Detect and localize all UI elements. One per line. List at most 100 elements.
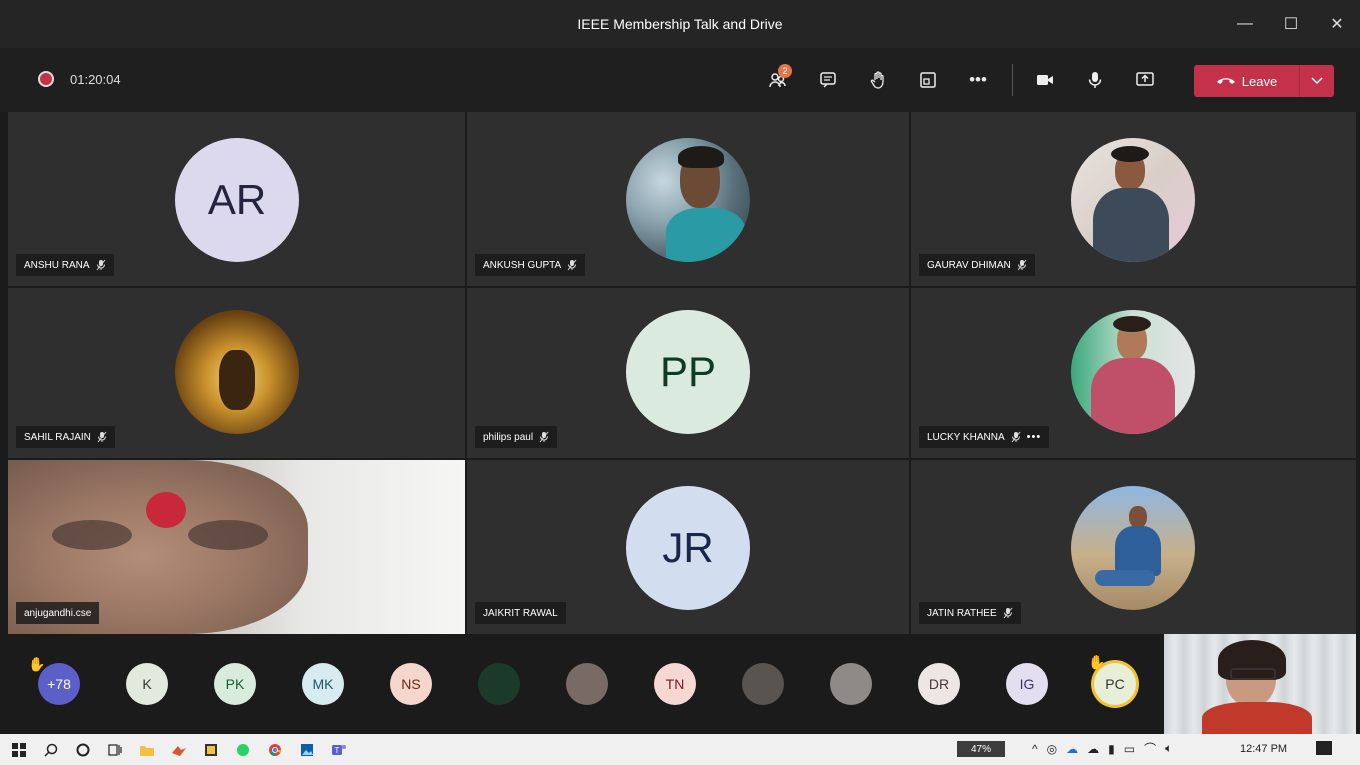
chat-button[interactable] — [808, 60, 848, 100]
more-participants-button[interactable]: +78 — [38, 663, 80, 705]
participant-photo-avatar[interactable] — [566, 663, 608, 705]
cloud-icon[interactable]: ☁ — [1087, 742, 1099, 756]
participant-avatar[interactable]: TN — [654, 663, 696, 705]
avatar-initials: DR — [928, 676, 950, 692]
leave-control: Leave — [1194, 65, 1334, 97]
avatar-initials: NS — [401, 676, 421, 692]
cortana-button[interactable] — [70, 740, 96, 760]
muted-mic-icon — [97, 431, 107, 443]
chevron-down-icon — [1311, 77, 1323, 85]
whatsapp-button[interactable] — [230, 740, 256, 760]
avatar-initials: TN — [665, 676, 685, 692]
system-tray: ^ ◎ ☁ ☁ ▮ ▭ ⌒ 🔈︎ — [1032, 740, 1181, 757]
avatar: JR — [626, 486, 750, 610]
participant-tile-anshu-rana[interactable]: AR ANSHU RANA — [8, 112, 465, 286]
profile-photo — [175, 310, 299, 434]
chrome-button[interactable] — [262, 740, 288, 760]
leave-button[interactable]: Leave — [1194, 65, 1299, 97]
profile-photo — [1071, 310, 1195, 434]
show-hidden-icons[interactable]: ^ — [1032, 742, 1038, 756]
avatar-initials: +78 — [47, 676, 71, 692]
participant-avatar[interactable]: NS — [390, 663, 432, 705]
windows-logo-icon — [12, 742, 26, 757]
participant-tile-ankush-gupta[interactable]: ANKUSH GUPTA — [467, 112, 909, 286]
participant-tile-lucky-khanna[interactable]: LUCKY KHANNA ••• — [911, 288, 1356, 458]
leave-options-button[interactable] — [1300, 65, 1334, 97]
display-icon[interactable]: ▭ — [1124, 742, 1135, 756]
participant-photo-avatar[interactable] — [478, 663, 520, 705]
participant-tile-sahil-rajain[interactable]: SAHIL RAJAIN — [8, 288, 465, 458]
minimize-button[interactable]: — — [1222, 0, 1268, 48]
participant-avatar[interactable]: IG — [1006, 663, 1048, 705]
participant-tile-jaikrit-rawal[interactable]: JR JAIKRIT RAWAL — [467, 460, 909, 634]
file-explorer-button[interactable] — [134, 740, 160, 760]
avatar-initials: PP — [659, 348, 717, 395]
avatar-initials: JR — [662, 524, 714, 571]
windows-taskbar: T 47% ^ ◎ ☁ ☁ ▮ ▭ ⌒ 🔈︎ 12:47 PM — [0, 734, 1360, 765]
more-options-icon[interactable]: ••• — [1027, 431, 1042, 443]
usb-icon[interactable]: ▮ — [1108, 742, 1115, 756]
windows-start-button[interactable] — [6, 740, 32, 760]
avatar-initials: MK — [312, 676, 334, 692]
participant-name: SAHIL RAJAIN — [24, 431, 91, 443]
name-tag: JATIN RATHEE — [919, 602, 1021, 624]
participant-avatar[interactable]: MK — [302, 663, 344, 705]
name-tag: anjugandhi.cse — [16, 602, 100, 624]
participant-tile-philips-paul[interactable]: PP philips paul — [467, 288, 909, 458]
whatsapp-icon — [237, 743, 249, 756]
sticky-notes-button[interactable] — [198, 740, 224, 760]
participant-video-anjugandhi[interactable]: anjugandhi.cse — [8, 460, 465, 634]
photos-button[interactable] — [294, 740, 320, 760]
avatar-initials: PC — [1105, 676, 1125, 692]
battery-indicator[interactable]: 47% — [957, 741, 1005, 757]
onedrive-icon[interactable]: ☁ — [1066, 742, 1078, 756]
participants-badge: 2 — [778, 64, 792, 78]
participant-name: GAURAV DHIMAN — [927, 259, 1011, 271]
participant-name: LUCKY KHANNA — [927, 431, 1005, 443]
avatar: PP — [626, 310, 750, 434]
muted-mic-icon — [96, 259, 105, 271]
microphone-button[interactable] — [1075, 60, 1115, 100]
participant-name: JATIN RATHEE — [927, 607, 997, 619]
network-icon[interactable]: ⌒ — [1144, 740, 1156, 757]
profile-photo — [1071, 486, 1195, 610]
name-tag: ANKUSH GUPTA — [475, 254, 586, 276]
participant-avatar[interactable]: K — [126, 663, 168, 705]
raise-hand-button[interactable] — [858, 60, 898, 100]
teams-button[interactable]: T — [326, 740, 352, 760]
share-screen-button[interactable] — [1125, 60, 1165, 100]
notification-center-icon[interactable] — [1316, 741, 1332, 755]
profile-photo — [1071, 138, 1195, 262]
participant-tile-jatin-rathee[interactable]: JATIN RATHEE — [911, 460, 1356, 634]
video-grid: AR ANSHU RANA ANKUSH GUPTA GAURAV DHIMAN — [8, 112, 1356, 634]
search-button[interactable] — [38, 740, 64, 760]
matlab-app-button[interactable] — [166, 740, 192, 760]
battery-percentage: 47% — [970, 743, 991, 755]
chrome-icon — [269, 743, 281, 756]
more-actions-button[interactable]: ••• — [958, 60, 998, 100]
self-video-preview[interactable] — [1164, 634, 1356, 734]
camera-button[interactable] — [1025, 60, 1065, 100]
participant-photo-avatar[interactable] — [830, 663, 872, 705]
participant-avatar[interactable]: DR — [918, 663, 960, 705]
participant-photo-avatar[interactable] — [742, 663, 784, 705]
system-clock[interactable]: 12:47 PM — [1240, 743, 1287, 755]
maximize-button[interactable]: ☐ — [1268, 0, 1314, 48]
participant-avatar[interactable]: PK — [214, 663, 256, 705]
meeting-toolbar: 01:20:04 2 ••• Leave — [0, 48, 1360, 112]
task-view-button[interactable] — [102, 740, 128, 760]
search-icon — [44, 743, 58, 757]
rooms-icon — [920, 72, 936, 88]
hand-icon — [870, 71, 884, 89]
participant-tile-gaurav-dhiman[interactable]: GAURAV DHIMAN — [911, 112, 1356, 286]
participant-name: ANKUSH GUPTA — [483, 259, 562, 271]
photos-icon — [301, 743, 313, 756]
volume-icon[interactable]: 🔈︎ — [1165, 741, 1172, 756]
participant-avatar-speaking[interactable]: PC — [1094, 663, 1136, 705]
security-icon[interactable]: ◎ — [1047, 742, 1057, 756]
phone-hangup-icon — [1216, 78, 1235, 84]
participants-button[interactable]: 2 — [758, 60, 798, 100]
avatar-initials: K — [142, 676, 152, 692]
close-button[interactable]: ✕ — [1314, 0, 1360, 48]
breakout-rooms-button[interactable] — [908, 60, 948, 100]
